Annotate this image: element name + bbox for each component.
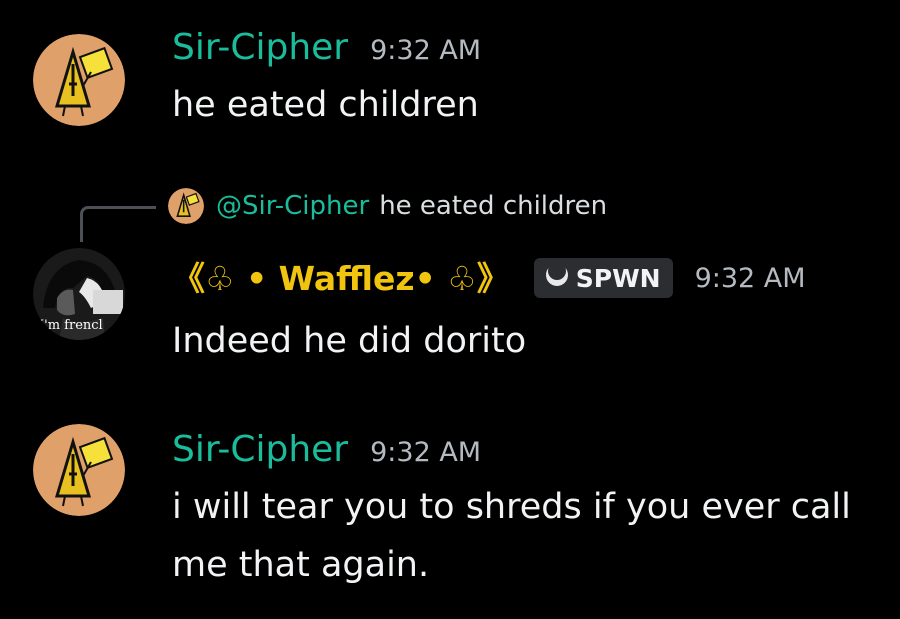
reply-mention[interactable]: @Sir-Cipher [216,191,369,221]
author-name[interactable]: Sir-Cipher [172,30,348,66]
moon-icon [544,262,570,294]
message-timestamp[interactable]: 9:32 AM [695,265,806,292]
message-text: Indeed he did dorito [172,321,527,361]
message-text: i will tear you to shreds if you ever ca… [172,487,851,585]
reply-connector [80,206,156,242]
message-timestamp[interactable]: 9:32 AM [370,439,481,466]
reply-preview[interactable]: @Sir-Cipher he eated children [168,188,607,224]
author-name[interactable]: Sir-Cipher [172,432,348,468]
avatar-caption: I'm frencl [39,318,103,333]
message-timestamp[interactable]: 9:32 AM [370,37,481,64]
bill-cipher-avatar [168,188,204,224]
bill-cipher-avatar[interactable] [33,424,125,516]
message-header: Sir-Cipher 9:32 AM [172,30,481,66]
clan-tag-label: SPWN [575,263,661,293]
message-header: Sir-Cipher 9:32 AM [172,432,481,468]
anime-character-avatar[interactable]: I'm frencl [33,248,125,340]
message-text: he eated children [172,85,479,125]
bill-cipher-avatar[interactable] [33,34,125,126]
clan-tag[interactable]: SPWN [533,258,673,298]
reply-text[interactable]: he eated children [379,191,607,221]
message-header: 《♧ • Wafflez• ♧》 SPWN 9:32 AM [172,258,806,298]
author-name[interactable]: 《♧ • Wafflez• ♧》 [172,262,510,295]
